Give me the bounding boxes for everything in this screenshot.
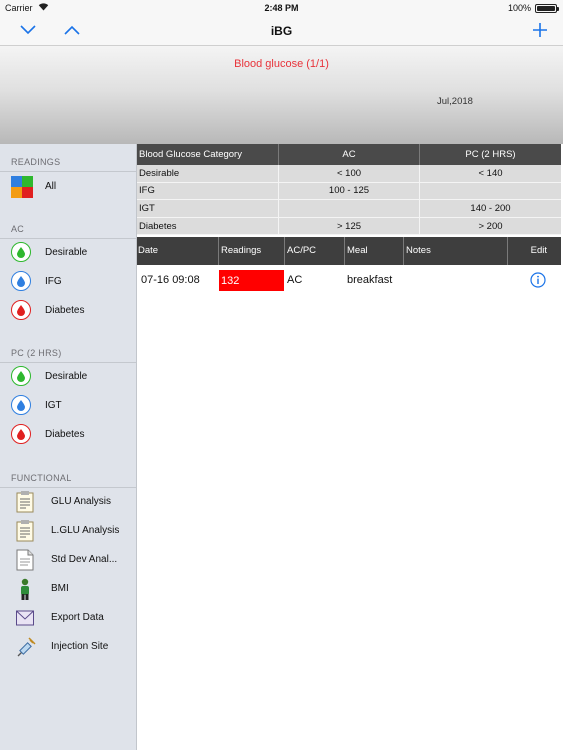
column-header-notes[interactable]: Notes: [403, 237, 431, 265]
sidebar-item-label: Injection Site: [51, 641, 109, 652]
table-header-row: Blood Glucose Category AC PC (2 HRS): [137, 144, 561, 165]
sidebar-item-label: Std Dev Anal...: [51, 554, 118, 565]
sidebar-item-ac-ifg[interactable]: IFG: [0, 269, 136, 297]
sidebar-item-injection-site[interactable]: Injection Site: [0, 634, 136, 662]
column-header-edit[interactable]: Edit: [507, 237, 561, 265]
green-drop-icon: [11, 242, 33, 264]
info-icon[interactable]: [530, 272, 546, 288]
column-header-date[interactable]: Date: [138, 237, 158, 265]
plus-icon[interactable]: [527, 19, 553, 41]
chart-header: Blood glucose (1/1) Jul,2018: [0, 46, 563, 144]
table-row: IFG 100 - 125: [137, 182, 561, 201]
sidebar-item-all[interactable]: All: [0, 174, 136, 202]
battery-icon: [535, 4, 559, 13]
table-row: IGT 140 - 200: [137, 200, 561, 218]
sidebar-item-label: Export Data: [51, 612, 104, 623]
section-header-functional: FUNCTIONAL: [11, 473, 72, 483]
column-header: Blood Glucose Category: [139, 149, 242, 160]
reading-date: 07-16 09:08: [141, 274, 200, 286]
column-header: PC (2 HRS): [419, 144, 561, 165]
reading-meal: breakfast: [347, 274, 393, 286]
chart-date: Jul,2018: [437, 96, 473, 107]
section-header-ac: AC: [11, 224, 25, 234]
battery-percent: 100%: [507, 3, 531, 13]
table-cell: Diabetes: [139, 220, 177, 232]
sidebar-item-label: Desirable: [45, 371, 88, 382]
section-header-readings: READINGS: [11, 157, 61, 167]
table-cell: [278, 200, 419, 217]
table-cell: < 140: [419, 165, 561, 182]
table-cell: [419, 182, 561, 200]
table-cell: > 125: [278, 217, 419, 235]
chart-title: Blood glucose (1/1): [234, 58, 329, 70]
column-header: AC: [278, 144, 419, 165]
readings-table-header: Date Readings AC/PC Meal Notes Edit: [137, 237, 561, 265]
column-header-readings[interactable]: Readings: [218, 237, 261, 265]
red-drop-icon: [11, 300, 33, 322]
table-cell: 140 - 200: [419, 200, 561, 217]
sidebar-item-label: Desirable: [45, 247, 88, 258]
sidebar-item-l-glu-analysis[interactable]: L.GLU Analysis: [0, 518, 136, 546]
syringe-icon: [16, 636, 38, 658]
sidebar-item-label: Diabetes: [45, 429, 85, 440]
glucose-category-table: Blood Glucose Category AC PC (2 HRS) Des…: [137, 144, 561, 236]
sidebar-item-label: IGT: [45, 400, 62, 411]
sidebar-item-label: BMI: [51, 583, 69, 594]
table-row[interactable]: 07-16 09:08 132 AC breakfast: [137, 265, 561, 295]
green-drop-icon: [11, 366, 33, 388]
section-header-pc: PC (2 HRS): [11, 348, 62, 358]
table-row: Diabetes > 125 > 200: [137, 217, 561, 236]
status-bar: Carrier 2:48 PM 100%: [0, 0, 563, 16]
table-cell: 100 - 125: [278, 182, 419, 200]
nav-title: iBG: [270, 24, 293, 38]
reading-value: 132: [219, 270, 284, 291]
table-row: Desirable < 100 < 140: [137, 165, 561, 183]
table-cell: Desirable: [139, 167, 180, 179]
nav-bar: iBG: [0, 16, 563, 46]
sidebar-item-bmi[interactable]: BMI: [0, 576, 136, 604]
document-icon: [16, 549, 38, 571]
status-time: 2:48 PM: [264, 3, 299, 13]
sidebar: READINGS All AC Desirable IFG Diabetes P…: [0, 144, 137, 750]
table-cell: > 200: [419, 217, 561, 235]
red-drop-icon: [11, 424, 33, 446]
reading-acpc: AC: [287, 274, 303, 286]
report-icon: [16, 520, 38, 542]
blue-drop-icon: [11, 395, 33, 417]
sidebar-item-ac-diabetes[interactable]: Diabetes: [0, 298, 136, 326]
sidebar-item-label: All: [45, 181, 57, 192]
table-cell: IGT: [139, 202, 155, 214]
sidebar-item-label: GLU Analysis: [51, 496, 112, 507]
mail-icon: [16, 607, 38, 629]
report-icon: [16, 491, 38, 513]
sidebar-item-std-dev-analysis[interactable]: Std Dev Anal...: [0, 547, 136, 575]
sidebar-item-label: L.GLU Analysis: [51, 525, 120, 536]
table-cell: < 100: [278, 165, 419, 182]
sidebar-item-glu-analysis[interactable]: GLU Analysis: [0, 489, 136, 517]
sidebar-item-export-data[interactable]: Export Data: [0, 605, 136, 633]
person-icon: [16, 578, 38, 600]
sidebar-item-label: IFG: [45, 276, 62, 287]
blue-drop-icon: [11, 271, 33, 293]
column-header-acpc[interactable]: AC/PC: [284, 237, 316, 265]
table-cell: IFG: [139, 185, 155, 197]
sidebar-item-label: Diabetes: [45, 305, 85, 316]
sidebar-item-pc-diabetes[interactable]: Diabetes: [0, 422, 136, 450]
column-header-meal[interactable]: Meal: [344, 237, 368, 265]
all-categories-icon: [11, 176, 33, 198]
sidebar-item-ac-desirable[interactable]: Desirable: [0, 240, 136, 268]
sidebar-item-pc-desirable[interactable]: Desirable: [0, 364, 136, 392]
sidebar-item-pc-igt[interactable]: IGT: [0, 393, 136, 421]
